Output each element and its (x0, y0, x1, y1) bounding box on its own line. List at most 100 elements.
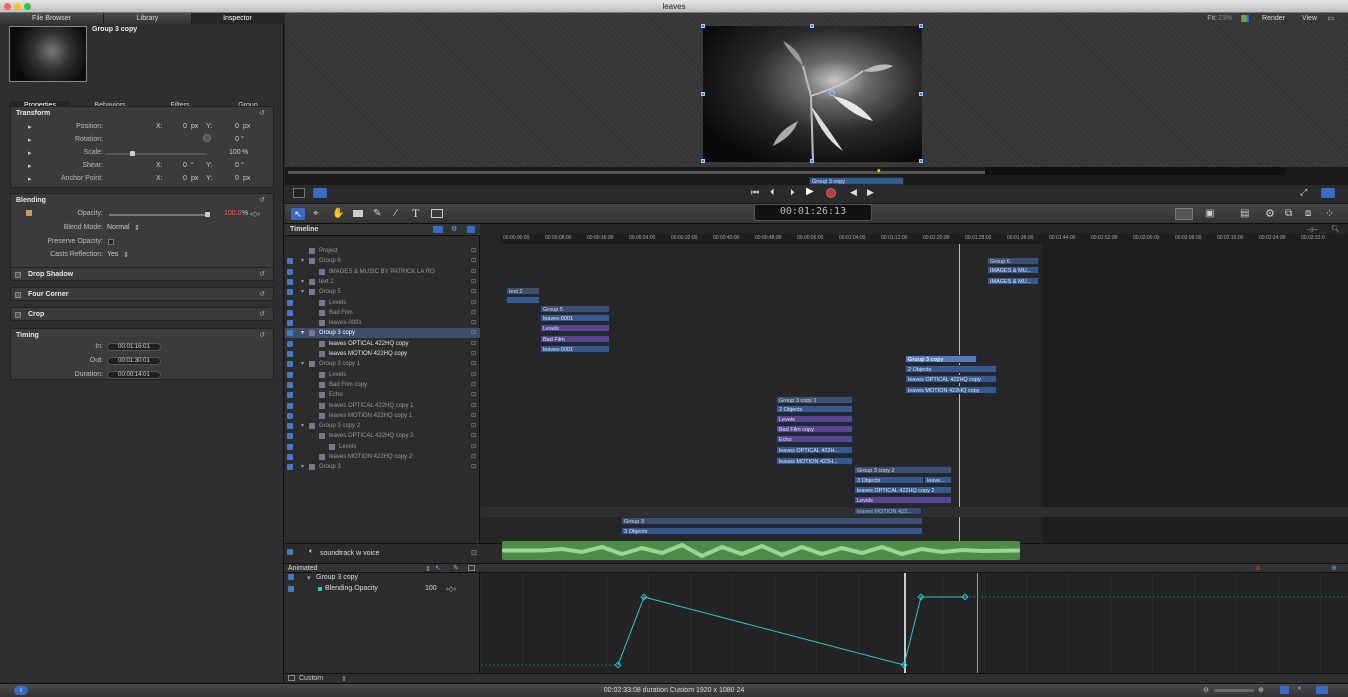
lock-icon[interactable]: ⊡ (471, 277, 476, 287)
preserve-opacity-checkbox[interactable] (108, 239, 114, 245)
layer-enable-checkbox[interactable] (287, 299, 293, 306)
lock-icon[interactable]: ⊡ (471, 452, 476, 462)
layer-enable-checkbox[interactable] (287, 433, 293, 440)
lock-icon[interactable]: ⊡ (471, 401, 476, 411)
casts-reflection-select[interactable]: Yes (107, 251, 118, 258)
in-time-field[interactable]: 00:01:16:01 (107, 343, 161, 351)
clip-objects[interactable]: 2 Objects (776, 405, 853, 413)
lock-icon[interactable]: ⊡ (471, 287, 476, 297)
audio-enable-checkbox[interactable] (287, 549, 293, 555)
lock-icon[interactable]: ⊡ (471, 298, 476, 308)
transform-handle[interactable] (810, 24, 814, 28)
lock-icon[interactable]: ⊡ (471, 370, 476, 380)
tab-library[interactable]: Library (104, 13, 192, 24)
layer-row[interactable]: Levels ⊡ (285, 442, 480, 452)
transform-handle[interactable] (919, 159, 923, 163)
layer-enable-checkbox[interactable] (287, 371, 293, 378)
curve-set-select[interactable]: Custom (299, 675, 323, 682)
mini-timeline[interactable]: Group 3 copy ▾ (285, 167, 1348, 185)
clip-optical[interactable]: leaves OPTICAL 422HQ copy 2 (854, 486, 952, 494)
clip-objects[interactable]: 3 Objects (854, 476, 924, 484)
clip-leave[interactable]: leave... (924, 476, 952, 484)
step-back-icon[interactable]: ⏴ (770, 187, 775, 198)
lock-icon[interactable]: ⊡ (471, 349, 476, 359)
lock-icon[interactable]: ⊡ (471, 549, 477, 557)
clip-echo[interactable]: Echo (776, 435, 853, 443)
clip-motion[interactable]: leaves MOTION 422HQ copy (905, 386, 997, 394)
disclosure-icon[interactable]: ▾ (307, 574, 311, 582)
layer-enable-checkbox[interactable] (287, 258, 293, 265)
paint-tool-icon[interactable]: ⁄ (395, 208, 397, 219)
show-layers-icon[interactable] (433, 226, 443, 233)
transform-handle[interactable] (701, 92, 705, 96)
layer-row[interactable]: ▾ Group 3 copy 1 ⊡ (285, 359, 480, 369)
clear-curves-icon[interactable]: ⊗ (1255, 564, 1261, 572)
clip-levels[interactable]: Levels (776, 415, 853, 423)
zoom-icon[interactable]: ⊕ (1331, 564, 1337, 572)
clip-text-2[interactable]: text 2 (506, 287, 540, 295)
layer-row[interactable]: Levels ⊡ (285, 298, 480, 308)
zoom-in-icon[interactable]: ⊕ (1258, 686, 1264, 694)
shear-x-field[interactable]: 0 (183, 162, 187, 169)
previous-keyframe-icon[interactable]: ◀ (850, 187, 857, 198)
text-tool-icon[interactable]: T (412, 206, 419, 221)
tab-file-browser[interactable]: File Browser (0, 13, 104, 24)
fit-zoom-select[interactable]: 23% (1218, 15, 1232, 22)
anchor-x-field[interactable]: 0 (183, 175, 187, 182)
layer-enable-checkbox[interactable] (287, 340, 293, 347)
show-audio-icon[interactable]: 🔈︎ (1298, 685, 1302, 693)
scale-slider[interactable] (106, 151, 206, 156)
lock-icon[interactable]: ⊡ (471, 462, 476, 472)
layer-row[interactable]: leaves MOTION 422HQ copy 2 ⊡ (285, 452, 480, 462)
record-button[interactable] (826, 188, 836, 198)
shear-y-field[interactable]: 0 (235, 162, 239, 169)
clip-images-music[interactable]: IMAGES & MU... (987, 277, 1039, 285)
clip-motion[interactable]: leaves MOTION 422... (854, 507, 922, 515)
show-video-icon[interactable] (1280, 686, 1289, 694)
library-icon[interactable]: ▤ (1240, 208, 1249, 219)
show-keyframes-icon[interactable] (1316, 686, 1328, 694)
layer-row[interactable]: ▾ text 2 ⊡ (285, 277, 480, 287)
timecode-display[interactable]: 00:01:26:13 (754, 204, 872, 221)
clip-group-3[interactable]: Group 3 (621, 517, 923, 525)
position-x-field[interactable]: 0 (183, 123, 187, 130)
lock-icon[interactable]: ⊡ (471, 256, 476, 266)
tab-inspector[interactable]: Inspector (192, 13, 284, 24)
rotation-field[interactable]: 0 (235, 136, 239, 143)
disclosure-icon[interactable]: ▾ (301, 256, 304, 266)
snap-icon[interactable] (288, 675, 295, 681)
reset-icon[interactable]: ↺ (259, 270, 265, 278)
transform-handle[interactable] (701, 24, 705, 28)
audio-waveform[interactable] (502, 541, 1021, 560)
enable-checkbox[interactable] (15, 312, 21, 318)
clip-group-3-copy[interactable]: Group 3 copy (905, 355, 977, 363)
canvas-image[interactable] (701, 24, 923, 163)
layer-row[interactable]: ▾ Group 3 ⊡ (285, 462, 480, 472)
rotation-dial[interactable] (203, 134, 211, 142)
layer-row[interactable]: leaves OPTICAL 422HQ copy 1 ⊡ (285, 401, 480, 411)
keyframe-nav-icon[interactable]: ‹◇› (250, 210, 260, 218)
clip-optical[interactable]: leaves OPTICAL 422HQ copy (905, 375, 997, 383)
clip-bad-film[interactable]: Bad Film (540, 335, 610, 343)
disclosure-icon[interactable]: ▾ (301, 277, 304, 287)
clip-motion[interactable]: leaves MOTION 422H... (776, 457, 853, 465)
enable-checkbox[interactable] (288, 574, 294, 580)
clip-optical[interactable]: leaves OPTICAL 422H... (776, 446, 853, 454)
draw-curve-icon[interactable]: ✎ (453, 564, 459, 572)
layer-row[interactable]: Levels ⊡ (285, 370, 480, 380)
blend-mode-select[interactable]: Normal (107, 224, 130, 231)
crop-section[interactable]: Crop ↺ (10, 307, 274, 321)
mini-timeline-clip[interactable]: Group 3 copy (809, 177, 904, 185)
clip-group-6[interactable]: Group 6 (987, 257, 1039, 265)
layer-enable-checkbox[interactable] (287, 320, 293, 327)
layer-enable-checkbox[interactable] (287, 464, 293, 471)
shape-tool-icon[interactable] (353, 210, 363, 217)
duration-field[interactable]: 00:00:14:01 (107, 371, 161, 379)
light-icon[interactable]: ▣ (1205, 208, 1214, 219)
clip-group-3-copy-2[interactable]: Group 3 copy 2 (854, 466, 952, 474)
lock-icon[interactable]: ⊡ (471, 328, 476, 338)
opacity-field[interactable]: 100.0 (224, 210, 242, 217)
lock-icon[interactable]: ⊡ (471, 246, 476, 256)
bezier-tool-icon[interactable]: ✎ (373, 208, 381, 219)
layer-enable-checkbox[interactable] (287, 268, 293, 275)
